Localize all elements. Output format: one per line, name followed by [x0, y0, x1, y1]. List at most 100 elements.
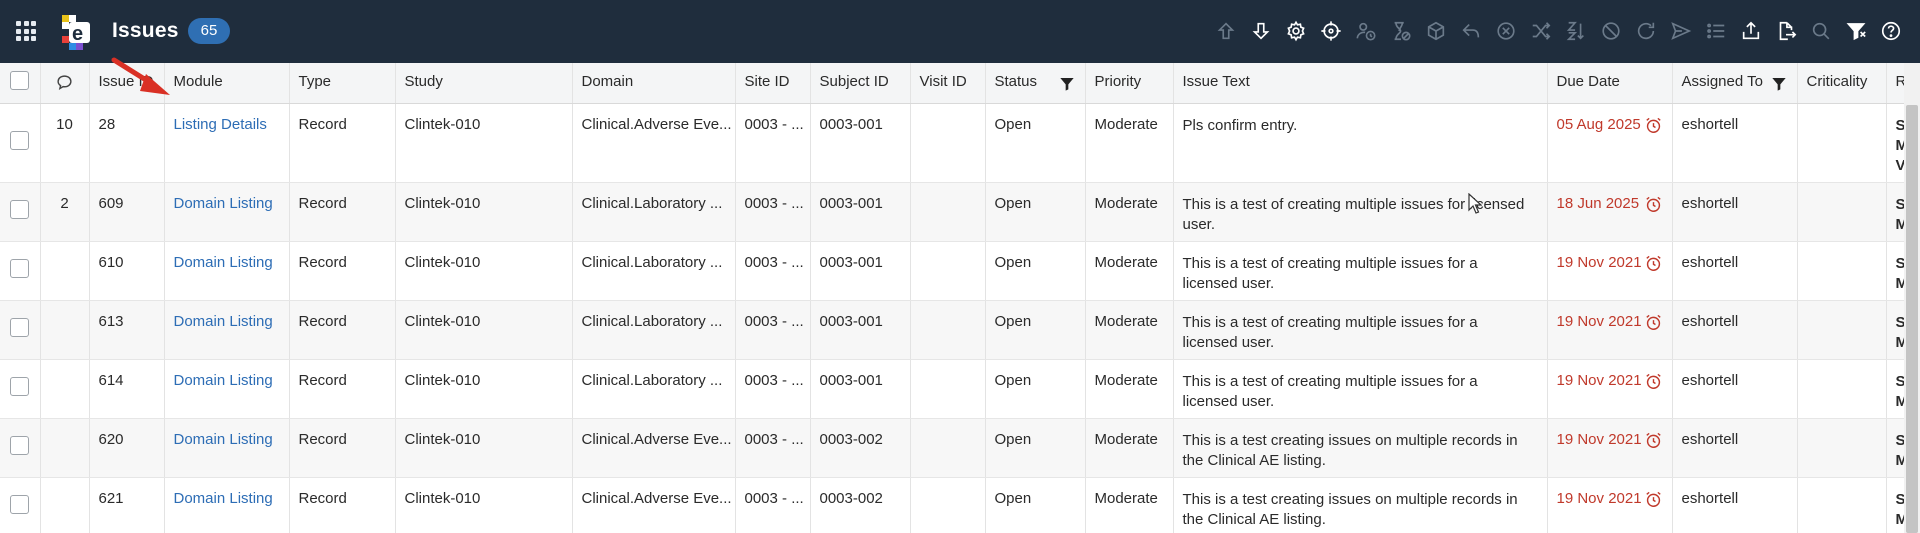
visit-id-cell-container	[910, 359, 986, 419]
row-checkbox[interactable]	[10, 377, 30, 396]
overdue-alarm-icon	[1645, 314, 1661, 330]
visit-id-column-header[interactable]: Visit ID	[910, 63, 986, 104]
module-link[interactable]: Domain Listing	[174, 195, 273, 212]
issue-text-cell-container: This is a test of creating multiple issu…	[1173, 241, 1548, 301]
type-cell-container: Record	[289, 418, 396, 478]
issue-text-cell: This is a test of creating multiple issu…	[1182, 313, 1478, 351]
type-column-header[interactable]: Type	[289, 63, 396, 104]
overflow-column-header[interactable]: R	[1886, 63, 1904, 104]
assigned-to-cell: eshortell	[1672, 241, 1798, 301]
ban-icon[interactable]	[1593, 15, 1628, 47]
table-row[interactable]: 621 Domain Listing Record Clintek-010 Clinic…	[0, 477, 1904, 533]
issue-text-cell-container: This is a test creating issues on multip…	[1173, 477, 1548, 533]
arrow-down-icon[interactable]	[1243, 15, 1278, 47]
table-row[interactable]: 10 28 Listing Details Record Clintek-010 Clin…	[0, 103, 1904, 183]
type-cell-container: Record	[289, 477, 396, 533]
module-link[interactable]: Domain Listing	[174, 313, 273, 330]
status-cell: Open	[994, 115, 1032, 133]
module-link[interactable]: Domain Listing	[174, 254, 273, 271]
app-launcher-icon[interactable]	[16, 21, 36, 41]
study-column-header[interactable]: Study	[395, 63, 573, 104]
cube-icon[interactable]	[1418, 15, 1453, 47]
table-row[interactable]: 614 Domain Listing Record Clintek-010 Clinic…	[0, 359, 1904, 419]
refresh-icon[interactable]	[1628, 15, 1663, 47]
row-checkbox-cell[interactable]	[0, 477, 41, 533]
due-date-column-header[interactable]: Due Date	[1547, 63, 1673, 104]
module-column-header[interactable]: Module	[164, 63, 290, 104]
row-checkbox[interactable]	[10, 131, 30, 150]
select-all-checkbox[interactable]	[10, 71, 30, 91]
domain-cell-container: Clinical.Laboratory ...	[572, 241, 736, 301]
status-cell-container: Open	[985, 418, 1086, 478]
shuffle-icon[interactable]	[1523, 15, 1558, 47]
comments-column-header[interactable]	[40, 63, 90, 104]
study-cell: Clintek-010	[404, 489, 481, 507]
row-checkbox-cell[interactable]	[0, 300, 41, 360]
site-id-column-header[interactable]: Site ID	[735, 63, 811, 104]
issue-text-column-header[interactable]: Issue Text	[1173, 63, 1548, 104]
assigned-to-column-label: Assigned To	[1681, 73, 1763, 90]
reply-icon[interactable]	[1453, 15, 1488, 47]
module-link[interactable]: Domain Listing	[174, 431, 273, 448]
row-checkbox-cell[interactable]	[0, 182, 41, 242]
issue-id-column-header[interactable]: Issue ID	[89, 63, 165, 104]
row-checkbox-cell[interactable]	[0, 241, 41, 301]
assigned-to-filter-icon[interactable]	[1771, 76, 1787, 92]
row-checkbox[interactable]	[10, 259, 30, 278]
crosshair-icon[interactable]	[1313, 15, 1348, 47]
priority-cell-container: Moderate	[1085, 241, 1174, 301]
comments-cell-container	[40, 359, 90, 419]
due-date-cell: 19 Nov 2021	[1547, 241, 1673, 301]
assigned-to-cell: eshortell	[1672, 359, 1798, 419]
select-all-checkbox-cell[interactable]	[0, 63, 41, 104]
priority-column-header[interactable]: Priority	[1085, 63, 1174, 104]
app-logo: e	[62, 15, 90, 50]
issue-text-cell-container: This is a test of creating multiple issu…	[1173, 182, 1548, 242]
gear-icon[interactable]	[1278, 15, 1313, 47]
subject-id-column-header[interactable]: Subject ID	[810, 63, 911, 104]
scrollbar-thumb[interactable]	[1906, 105, 1918, 533]
row-checkbox[interactable]	[10, 200, 30, 219]
type-cell-container: Record	[289, 103, 396, 183]
help-icon[interactable]	[1873, 15, 1908, 47]
search-icon[interactable]	[1803, 15, 1838, 47]
site-id-cell-container: 0003 - ...	[735, 300, 811, 360]
table-row[interactable]: 610 Domain Listing Record Clintek-010 Clinic…	[0, 241, 1904, 301]
domain-column-header[interactable]: Domain	[572, 63, 736, 104]
arrow-up-icon[interactable]	[1208, 15, 1243, 47]
criticality-column-header[interactable]: Criticality	[1797, 63, 1887, 104]
type-cell: Record	[298, 253, 347, 271]
priority-cell-container: Moderate	[1085, 300, 1174, 360]
cancel-circle-icon[interactable]	[1488, 15, 1523, 47]
status-column-header[interactable]: Status	[985, 63, 1086, 104]
module-link[interactable]: Listing Details	[174, 116, 267, 133]
row-checkbox-cell[interactable]	[0, 359, 41, 419]
row-checkbox-cell[interactable]	[0, 103, 41, 183]
due-date-value: 19 Nov 2021	[1556, 430, 1642, 448]
row-checkbox[interactable]	[10, 495, 30, 514]
export-icon[interactable]	[1733, 15, 1768, 47]
module-link[interactable]: Domain Listing	[174, 372, 273, 389]
row-checkbox[interactable]	[10, 436, 30, 455]
send-icon[interactable]	[1663, 15, 1698, 47]
table-row[interactable]: 620 Domain Listing Record Clintek-010 Clinic…	[0, 418, 1904, 478]
visit-id-cell-container	[910, 477, 986, 533]
assigned-to-column-header[interactable]: Assigned To	[1672, 63, 1798, 104]
sort-az-icon[interactable]	[1558, 15, 1593, 47]
row-checkbox[interactable]	[10, 318, 30, 337]
list-icon[interactable]	[1698, 15, 1733, 47]
priority-cell: Moderate	[1094, 312, 1158, 330]
status-filter-icon[interactable]	[1059, 76, 1075, 92]
due-date-cell: 19 Nov 2021	[1547, 418, 1673, 478]
table-row[interactable]: 613 Domain Listing Record Clintek-010 Clinic…	[0, 300, 1904, 360]
filter-icon[interactable]	[1838, 15, 1873, 47]
file-export-icon[interactable]	[1768, 15, 1803, 47]
assigned-to-cell: eshortell	[1672, 182, 1798, 242]
user-clock-icon[interactable]	[1348, 15, 1383, 47]
table-row[interactable]: 2 609 Domain Listing Record Clintek-010 Clini…	[0, 182, 1904, 242]
subject-id-cell: 0003-001	[819, 253, 883, 271]
row-checkbox-cell[interactable]	[0, 418, 41, 478]
hourglass-icon[interactable]	[1383, 15, 1418, 47]
module-link[interactable]: Domain Listing	[174, 490, 273, 507]
due-date-value: 19 Nov 2021	[1556, 312, 1642, 330]
